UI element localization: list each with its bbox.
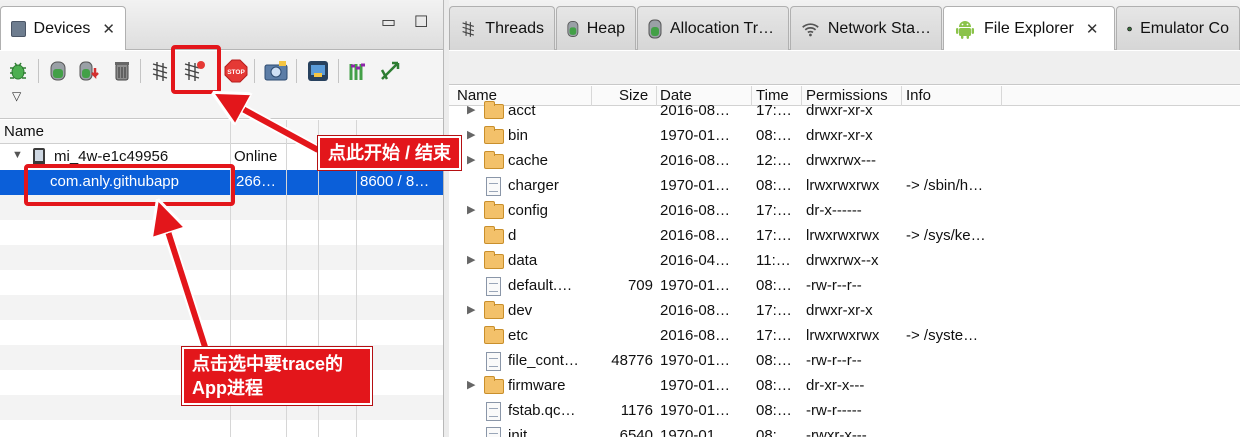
select-process-callout-line2: App进程 xyxy=(192,378,263,398)
select-process-callout: 点击选中要trace的 App进程 xyxy=(182,347,372,405)
select-process-callout-line1: 点击选中要trace的 xyxy=(192,354,344,374)
start-stop-callout: 点此开始 / 结束 xyxy=(318,136,462,170)
